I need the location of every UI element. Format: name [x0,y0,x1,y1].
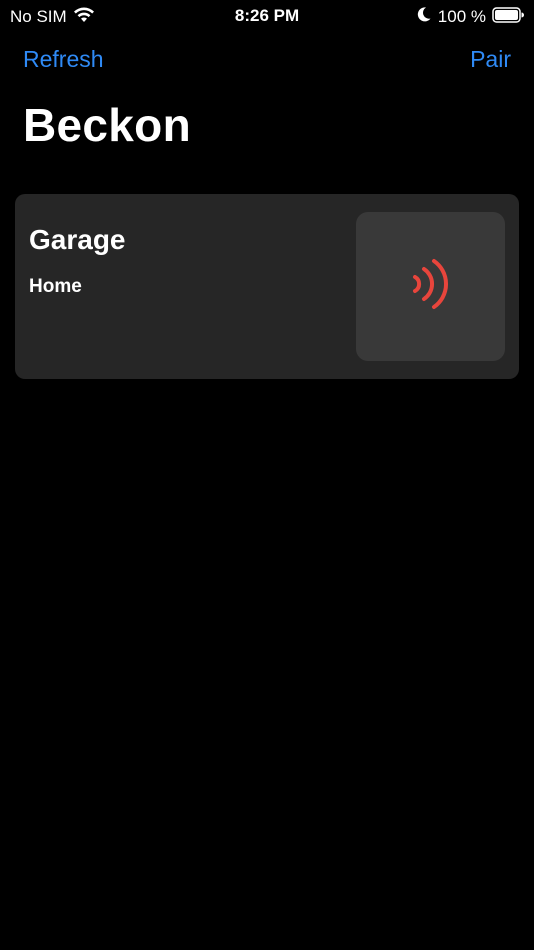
page-title: Beckon [23,99,191,151]
device-name: Garage [29,224,126,255]
status-bar: No SIM 8:26 PM 100 % [0,0,534,32]
refresh-button[interactable]: Refresh [23,46,104,73]
moon-icon [416,6,432,28]
device-card-garage[interactable]: Garage Home [15,194,519,379]
trigger-button[interactable] [356,212,505,361]
pair-button[interactable]: Pair [470,46,511,73]
battery-percent: 100 % [437,7,486,26]
signal-waves-icon [409,256,453,317]
battery-icon [492,6,524,28]
device-location: Home [29,276,82,297]
navigation-bar: Refresh Pair [0,44,534,78]
status-right: 100 % [416,6,524,28]
